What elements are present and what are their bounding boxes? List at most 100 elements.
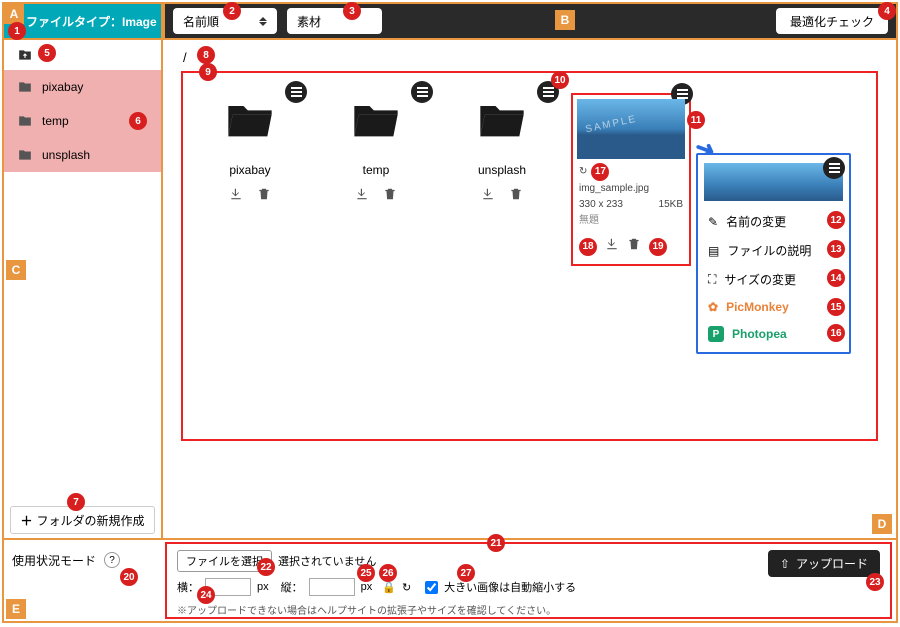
ctx-photopea[interactable]: P Photopea 16 — [698, 320, 849, 348]
callout-23: 23 — [866, 573, 884, 591]
callout-15: 15 — [827, 298, 845, 316]
callout-11: 11 — [687, 111, 705, 129]
folder-tile-pixabay[interactable]: pixabay — [193, 93, 307, 206]
upload-panel: 21 ファイルを選択 選択されていません 22 横： px 24 縦： px 🔒… — [165, 542, 892, 619]
trash-icon[interactable] — [257, 187, 271, 206]
context-menu: ✎ 名前の変更 12 ▤ ファイルの説明 13 ⛶ サイズの変更 14 — [696, 153, 851, 354]
width-label: 横： — [177, 579, 199, 595]
usage-mode-label: 使用状況モード — [12, 552, 96, 569]
folder-open-icon — [345, 93, 407, 145]
tile-name: unsplash — [445, 163, 559, 177]
refresh-icon[interactable]: ↻ — [402, 581, 411, 594]
folder-icon — [18, 148, 32, 162]
image-tile[interactable]: 10 11 ➜ ↻ 17 img_sample.jpg 330 x 23315K… — [571, 93, 691, 266]
callout-27: 27 — [457, 564, 475, 582]
bottom-bar: E 使用状況モード ? 20 21 ファイルを選択 選択されていません 22 横… — [4, 538, 896, 621]
sidebar: C 5 pixabay temp 6 unsplash 7 ＋ フォルダの新規作… — [4, 40, 163, 538]
new-folder-button[interactable]: 7 ＋ フォルダの新規作成 — [10, 506, 155, 534]
tile-menu-button[interactable] — [411, 81, 433, 103]
image-thumbnail — [577, 99, 685, 159]
callout-17: 17 — [591, 163, 609, 181]
upload-label: アップロード — [796, 555, 868, 572]
callout-16: 16 — [827, 324, 845, 342]
ctx-picmonkey[interactable]: ✿ PicMonkey 15 — [698, 294, 849, 320]
callout-10: 10 — [551, 71, 569, 89]
folder-open-icon — [219, 93, 281, 145]
tile-name: temp — [319, 163, 433, 177]
callout-22: 22 — [257, 558, 275, 576]
callout-1: 1 — [8, 22, 26, 40]
region-label-e: E — [6, 599, 26, 619]
height-input[interactable] — [309, 578, 355, 596]
upload-button[interactable]: ⇧ アップロード 23 — [768, 550, 880, 577]
callout-21: 21 — [487, 534, 505, 552]
help-icon[interactable]: ? — [104, 552, 120, 568]
folder-open-icon — [471, 93, 533, 145]
callout-2: 2 — [223, 2, 241, 20]
plus-icon: ＋ — [20, 512, 32, 529]
callout-26: 26 — [379, 564, 397, 582]
download-icon[interactable] — [355, 187, 369, 206]
new-folder-label: フォルダの新規作成 — [37, 512, 145, 529]
callout-9: 9 — [199, 63, 217, 81]
refresh-icon[interactable]: ↻ — [579, 164, 587, 180]
material-dropdown[interactable]: 素材 3 — [287, 8, 382, 34]
auto-shrink-checkbox[interactable] — [425, 581, 438, 594]
expand-icon: ⛶ — [708, 272, 716, 287]
filetype-header: 1 ファイルタイプ：Image — [4, 4, 163, 40]
trash-icon[interactable] — [383, 187, 397, 206]
folder-up-icon — [18, 48, 32, 62]
region-label-d: D — [872, 514, 892, 534]
callout-19: 19 — [649, 238, 667, 256]
callout-8: 8 — [197, 46, 215, 64]
callout-13: 13 — [827, 240, 845, 258]
download-icon[interactable] — [605, 237, 619, 256]
image-alt: 無題 — [579, 213, 683, 229]
sort-label: 名前順 — [183, 13, 219, 30]
lock-icon[interactable]: 🔒 — [382, 581, 396, 594]
optimize-check-button[interactable]: 最適化チェック 4 — [776, 8, 888, 34]
download-icon[interactable] — [481, 187, 495, 206]
sidebar-folder-pixabay[interactable]: pixabay — [4, 70, 161, 104]
main-area: D / 8 9 pixabay temp — [163, 40, 896, 538]
tile-menu-button[interactable] — [823, 157, 845, 179]
context-thumbnail — [704, 163, 843, 201]
image-filename: img_sample.jpg — [579, 181, 683, 197]
callout-25: 25 — [357, 564, 375, 582]
sidebar-up[interactable]: 5 — [4, 40, 161, 70]
sidebar-folder-unsplash[interactable]: unsplash — [4, 138, 161, 172]
ctx-label: 名前の変更 — [726, 213, 786, 230]
ctx-rename[interactable]: ✎ 名前の変更 12 — [698, 207, 849, 236]
upload-note: ※アップロードできない場合はヘルプサイトの拡張子やサイズを確認してください。 — [177, 602, 880, 617]
upload-icon: ⇧ — [780, 557, 790, 571]
tile-name: pixabay — [193, 163, 307, 177]
document-icon: ▤ — [708, 244, 719, 258]
ctx-resize[interactable]: ⛶ サイズの変更 14 — [698, 265, 849, 294]
material-label: 素材 — [297, 13, 321, 30]
px-label: px — [257, 581, 269, 593]
folder-tile-temp[interactable]: temp — [319, 93, 433, 206]
sidebar-item-label: pixabay — [42, 80, 83, 94]
photopea-icon: P — [708, 326, 724, 342]
trash-icon[interactable] — [627, 237, 641, 256]
file-grid: 9 pixabay temp — [181, 71, 878, 441]
picmonkey-icon: ✿ — [708, 300, 718, 314]
breadcrumb: / 8 — [181, 48, 878, 71]
region-label-c: C — [6, 260, 26, 280]
sort-dropdown[interactable]: 名前順 2 — [173, 8, 277, 34]
callout-24: 24 — [197, 586, 215, 604]
top-toolbar: B 名前順 2 素材 3 最適化チェック 4 — [163, 4, 896, 40]
trash-icon[interactable] — [509, 187, 523, 206]
download-icon[interactable] — [229, 187, 243, 206]
tile-menu-button[interactable] — [285, 81, 307, 103]
ctx-label: ファイルの説明 — [727, 242, 811, 259]
ctx-label: Photopea — [732, 327, 787, 341]
filetype-label: ファイルタイプ：Image — [26, 13, 157, 30]
region-label-a: A — [4, 4, 24, 24]
ctx-description[interactable]: ▤ ファイルの説明 13 — [698, 236, 849, 265]
callout-20: 20 — [120, 568, 138, 586]
sidebar-folder-temp[interactable]: temp 6 — [4, 104, 161, 138]
usage-mode-area: 使用状況モード ? 20 — [4, 540, 163, 621]
folder-tile-unsplash[interactable]: unsplash — [445, 93, 559, 206]
callout-4: 4 — [878, 2, 896, 20]
